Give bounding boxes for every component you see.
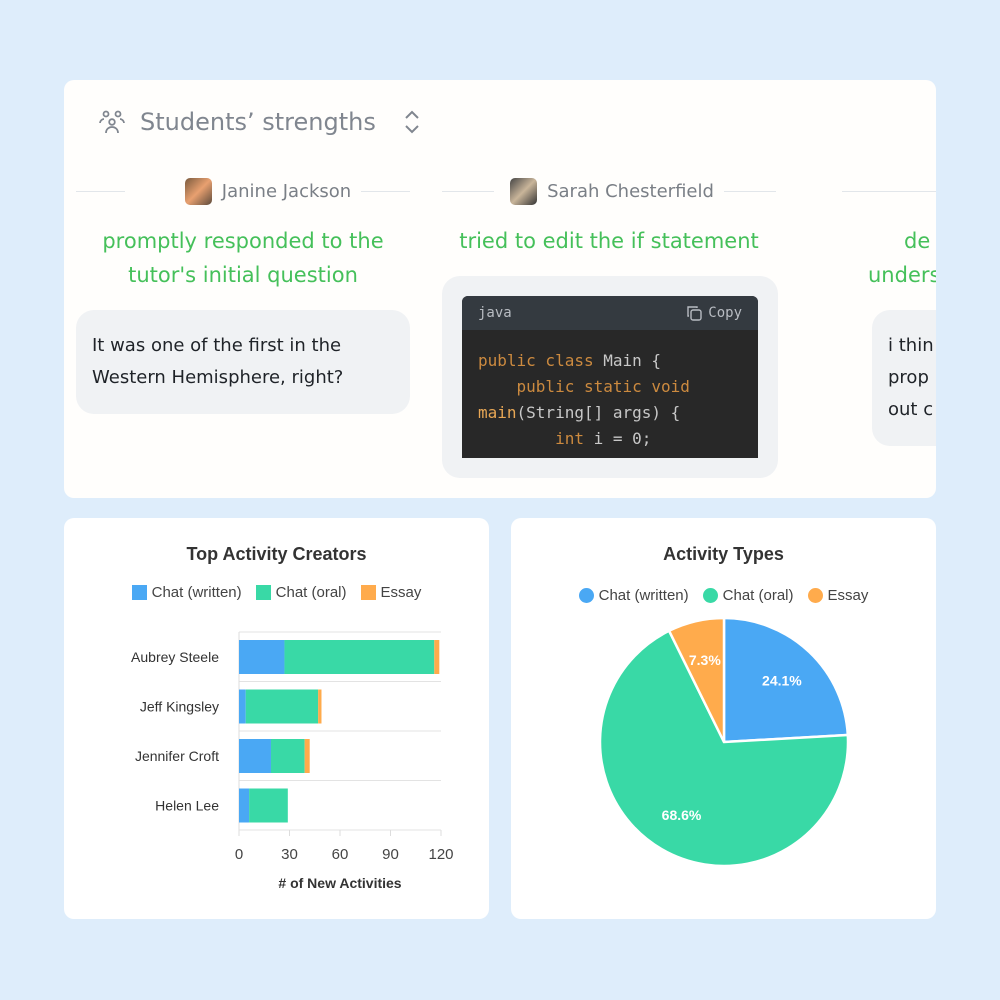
- students-strengths-card: Students’ strengths Janine Jackson promp…: [64, 80, 936, 498]
- bar-segment: [434, 640, 440, 674]
- pie-chart: 24.1% 68.6% 7.3%: [598, 616, 850, 868]
- strength-text: promptly responded to the tutor's initia…: [102, 229, 384, 287]
- bar-segment: [239, 739, 271, 773]
- top-activity-creators-card: Top Activity Creators Chat (written) Cha…: [64, 518, 489, 919]
- student-column: Janine Jackson promptly responded to the…: [76, 176, 411, 414]
- strength-text: tried to edit the if statement: [459, 229, 759, 253]
- code-content: public class Main { public static void m…: [478, 351, 690, 448]
- code-language: java: [478, 305, 512, 321]
- bar-segment: [318, 689, 322, 724]
- code-block: java Copy public class Main { public sta…: [462, 296, 758, 458]
- x-tick-label: 0: [235, 846, 243, 863]
- section-header[interactable]: Students’ strengths: [98, 108, 422, 136]
- bar-segment: [249, 788, 288, 823]
- code-message: java Copy public class Main { public sta…: [442, 276, 778, 478]
- bar-segment: [239, 689, 246, 724]
- copy-icon: [687, 306, 702, 321]
- slice-label: 68.6%: [662, 807, 702, 823]
- avatar: [510, 177, 538, 205]
- bar-segment: [284, 640, 435, 674]
- x-tick-label: 30: [281, 846, 298, 863]
- strength-text: de unders: [868, 229, 936, 287]
- bar-segment: [239, 640, 285, 674]
- slice-label: 7.3%: [689, 652, 721, 668]
- x-tick-label: 90: [382, 846, 399, 863]
- chevron-up-down-icon[interactable]: [402, 108, 422, 136]
- bar-segment: [270, 739, 305, 773]
- student-message: i thin prop out c: [872, 310, 936, 446]
- section-title: Students’ strengths: [140, 108, 376, 136]
- student-name: Janine Jackson: [221, 180, 352, 202]
- y-tick-label: Helen Lee: [155, 798, 219, 814]
- users-icon: [99, 110, 125, 134]
- bar-segment: [245, 689, 319, 724]
- y-tick-label: Jeff Kingsley: [140, 699, 219, 715]
- student-name: Sarah Chesterfield: [547, 180, 714, 202]
- activity-types-card: Activity Types Chat (written) Chat (oral…: [511, 518, 936, 919]
- y-tick-label: Jennifer Croft: [135, 748, 219, 764]
- student-message: It was one of the first in the Western H…: [76, 310, 410, 414]
- slice-label: 24.1%: [762, 673, 802, 689]
- avatar: [184, 177, 212, 205]
- copy-button[interactable]: Copy: [686, 305, 742, 321]
- bar-chart: 0 30 60 90 120 Aubrey Steele Jeff Kingsley Jenn…: [131, 631, 454, 891]
- bar-segment: [239, 788, 250, 823]
- x-tick-label: 60: [332, 846, 349, 863]
- x-tick-label: 120: [428, 846, 453, 863]
- student-column: de unders i thin prop out c: [842, 176, 936, 446]
- x-axis-label: # of New Activities: [278, 875, 401, 891]
- y-tick-label: Aubrey Steele: [131, 649, 219, 665]
- bar-segment: [304, 739, 310, 773]
- student-column: Sarah Chesterfield tried to edit the if …: [442, 176, 778, 478]
